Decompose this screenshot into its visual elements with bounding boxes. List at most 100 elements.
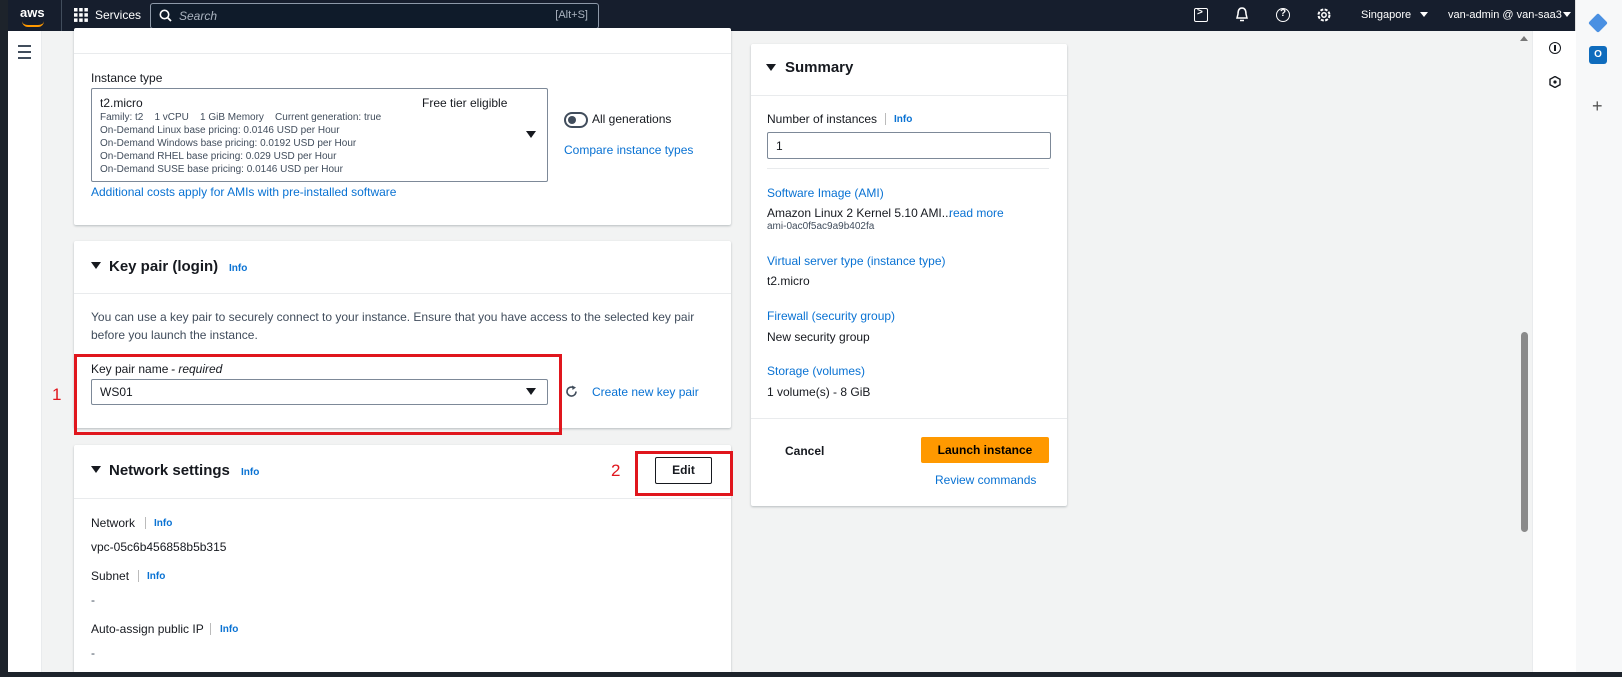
subnet-label: Subnet <box>91 569 130 583</box>
num-instances-value: 1 <box>776 139 783 153</box>
panel-divider <box>74 53 731 54</box>
region-chevron-down-icon <box>1420 12 1428 17</box>
summary-title: Summary <box>785 59 854 76</box>
network-info-link[interactable]: Info <box>241 467 259 478</box>
instance-type-panel: Instance type t2.micro Free tier eligibl… <box>74 28 731 225</box>
annotation-number-two: 2 <box>611 461 621 480</box>
cancel-button[interactable]: Cancel <box>785 444 824 458</box>
account-menu[interactable]: van-admin @ van-saa3 <box>1448 9 1562 21</box>
subnet-info-link[interactable]: Info <box>147 571 165 582</box>
account-chevron-down-icon <box>1563 12 1571 17</box>
key-pair-description: You can use a key pair to securely conne… <box>91 310 695 324</box>
services-grid-icon[interactable] <box>74 8 88 22</box>
field-divider <box>767 168 1049 169</box>
network-collapse-icon[interactable] <box>91 466 101 473</box>
summary-panel: Summary Number of instances Info 1 Softw… <box>751 44 1067 506</box>
network-value: vpc-05c6b456858b5b315 <box>91 540 227 554</box>
info-panel-icon[interactable] <box>1549 42 1561 54</box>
instance-type-select[interactable]: t2.micro Free tier eligible Family: t2 1… <box>91 88 548 182</box>
num-instances-input[interactable]: 1 <box>767 132 1051 159</box>
add-sidebar-icon[interactable]: + <box>1592 96 1603 117</box>
network-settings-title: Network settings <box>109 462 230 479</box>
panel-divider <box>751 95 1067 96</box>
key-pair-collapse-icon[interactable] <box>91 262 101 269</box>
panel-divider <box>74 293 731 294</box>
tag-extension-icon[interactable] <box>1588 13 1608 33</box>
page-scrollbar[interactable] <box>1517 36 1531 672</box>
network-label: Network <box>91 516 136 530</box>
aws-logo[interactable]: aws <box>20 5 50 27</box>
server-type-link[interactable]: Virtual server type (instance type) <box>767 254 946 268</box>
public-ip-value: - <box>91 646 95 660</box>
nav-divider <box>61 0 62 31</box>
hexagon-settings-icon[interactable] <box>1549 75 1561 89</box>
panel-divider <box>74 498 731 499</box>
num-instances-label: Number of instances <box>767 112 878 126</box>
label-separator <box>145 517 146 529</box>
subnet-value: - <box>91 593 95 607</box>
aws-smile-icon <box>22 21 44 27</box>
firewall-link[interactable]: Firewall (security group) <box>767 309 895 323</box>
services-button[interactable]: Services <box>95 8 141 22</box>
window-frame-bottom <box>0 672 1622 677</box>
window-frame <box>0 0 8 677</box>
panel-divider <box>751 418 1067 419</box>
ami-id: ami-0ac0f5ac9a9b402fa <box>767 221 875 232</box>
detail-line: On-Demand Linux base pricing: 0.0146 USD… <box>100 125 340 136</box>
ami-link[interactable]: Software Image (AMI) <box>767 186 884 200</box>
public-ip-label: Auto-assign public IP <box>91 622 204 636</box>
search-box[interactable]: Search [Alt+S] <box>150 3 599 29</box>
instance-type-label: Instance type <box>91 71 163 85</box>
summary-collapse-icon[interactable] <box>766 64 776 71</box>
search-icon <box>159 9 172 22</box>
ami-read-more-link[interactable]: read more <box>949 206 1004 220</box>
storage-link[interactable]: Storage (volumes) <box>767 364 865 378</box>
cloudshell-icon[interactable]: > <box>1194 7 1208 22</box>
outlook-icon[interactable]: O <box>1589 46 1607 64</box>
key-pair-title: Key pair (login) <box>109 258 219 275</box>
annotation-highlight-edit <box>635 451 733 496</box>
label-separator <box>210 623 211 635</box>
top-navigation: aws Services Search [Alt+S] > ? Singapor… <box>8 0 1575 31</box>
num-instances-info-link[interactable]: Info <box>894 114 912 125</box>
instance-type-caret-down-icon <box>526 131 536 138</box>
annotation-number-one: 1 <box>52 385 62 404</box>
detail-line: On-Demand Windows base pricing: 0.0192 U… <box>100 138 357 149</box>
ami-value: Amazon Linux 2 Kernel 5.10 AMI... <box>767 206 952 220</box>
search-input[interactable]: Search <box>179 9 217 23</box>
label-separator <box>138 570 139 582</box>
search-shortcut: [Alt+S] <box>555 9 588 21</box>
aws-logo-text: aws <box>20 5 45 20</box>
server-type-value: t2.micro <box>767 274 810 288</box>
annotation-highlight-key-pair <box>74 354 562 435</box>
free-tier-badge: Free tier eligible <box>422 96 508 110</box>
network-settings-panel: Network settings Info Edit Network Info … <box>74 445 731 677</box>
hamburger-menu-icon[interactable] <box>18 45 31 59</box>
instance-type-value: t2.micro <box>100 96 143 110</box>
firewall-value: New security group <box>767 330 870 344</box>
detail-line: Family: t2 1 vCPU 1 GiB Memory Current g… <box>100 112 382 123</box>
detail-line: On-Demand SUSE base pricing: 0.0146 USD … <box>100 164 343 175</box>
storage-value: 1 volume(s) - 8 GiB <box>767 385 871 399</box>
refresh-icon[interactable] <box>565 385 577 397</box>
notifications-bell-icon[interactable] <box>1235 7 1249 23</box>
help-icon[interactable]: ? <box>1276 8 1290 22</box>
label-separator <box>885 113 886 125</box>
settings-gear-icon[interactable] <box>1316 7 1332 23</box>
region-selector[interactable]: Singapore <box>1361 9 1411 21</box>
additional-costs-link[interactable]: Additional costs apply for AMIs with pre… <box>91 185 396 199</box>
scroll-up-icon[interactable] <box>1520 36 1528 41</box>
public-ip-info-link[interactable]: Info <box>220 624 238 635</box>
create-new-key-pair-link[interactable]: Create new key pair <box>592 385 699 399</box>
scrollbar-thumb[interactable] <box>1521 332 1528 532</box>
key-pair-info-link[interactable]: Info <box>229 263 247 274</box>
left-rail <box>8 31 42 672</box>
all-generations-toggle[interactable] <box>564 112 588 128</box>
instance-type-details: Family: t2 1 vCPU 1 GiB Memory Current g… <box>100 111 520 176</box>
network-field-info-link[interactable]: Info <box>154 518 172 529</box>
review-commands-link[interactable]: Review commands <box>935 473 1036 487</box>
launch-instance-button[interactable]: Launch instance <box>921 437 1049 463</box>
all-generations-label: All generations <box>592 112 672 126</box>
compare-instance-types-link[interactable]: Compare instance types <box>564 143 693 157</box>
key-pair-description-2: before you launch the instance. <box>91 328 258 342</box>
